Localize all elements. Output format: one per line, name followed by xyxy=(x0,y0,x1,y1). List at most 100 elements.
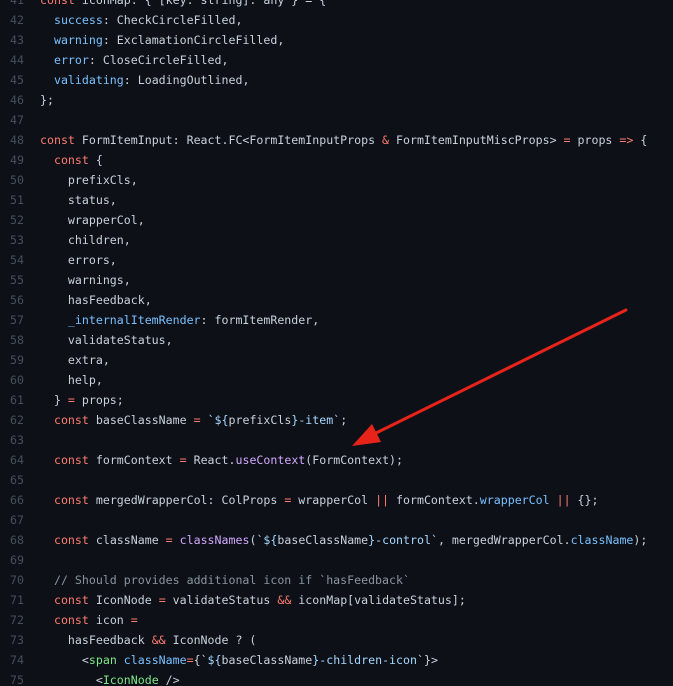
line-number: 67 xyxy=(10,513,24,527)
code-token: props; xyxy=(74,393,124,407)
code-line-69: 69 xyxy=(0,550,673,570)
code-token: = xyxy=(158,593,166,607)
code-token: = xyxy=(165,533,173,547)
code-token: mergedWrapperCol: ColProps xyxy=(95,493,285,507)
line-number: 71 xyxy=(10,593,24,607)
line-number: 44 xyxy=(10,53,24,67)
code-token: iconMap: { [key: string]: any } = { xyxy=(81,0,327,7)
code-token: = xyxy=(193,413,201,427)
code-token: & xyxy=(382,133,390,147)
code-line-53: 53 children, xyxy=(0,230,673,250)
code-token: || xyxy=(556,493,571,507)
line-number: 70 xyxy=(10,573,24,587)
code-token: && xyxy=(151,633,166,647)
code-token: }; xyxy=(40,93,54,107)
line-number: 41 xyxy=(10,0,24,7)
code-token: const xyxy=(40,133,82,147)
code-token: error xyxy=(53,53,89,67)
code-token: wrapperCol xyxy=(291,493,376,507)
line-number: 64 xyxy=(10,453,24,467)
code-token: success xyxy=(53,13,103,27)
code-line-52: 52 wrapperCol, xyxy=(0,210,673,230)
code-line-70: 70 // Should provides additional icon if… xyxy=(0,570,673,590)
code-token: validateStatus, xyxy=(40,333,173,347)
code-token: wrapperCol, xyxy=(40,213,145,227)
code-token: validateStatus xyxy=(165,593,278,607)
code-token: warning xyxy=(53,33,103,47)
code-token: , mergedWrapperCol. xyxy=(437,533,571,547)
code-token: // Should provides additional icon if `h… xyxy=(53,573,410,587)
code-token: }-item` xyxy=(291,413,341,427)
line-number: 51 xyxy=(10,193,24,207)
code-token: classNames xyxy=(179,533,250,547)
line-number: 47 xyxy=(10,113,24,127)
code-token: = xyxy=(67,393,75,407)
code-token: const xyxy=(53,613,96,627)
line-number: 62 xyxy=(10,413,24,427)
code-token: iconMap[validateStatus]; xyxy=(291,593,466,607)
code-token: => xyxy=(619,133,634,147)
code-token: {}; xyxy=(570,493,599,507)
code-token: const xyxy=(40,0,82,7)
code-line-64: 64 const formContext = React.useContext(… xyxy=(0,450,673,470)
code-token: formContext. xyxy=(389,493,480,507)
code-token: IconNode xyxy=(102,673,159,686)
code-line-57: 57 _internalItemRender: formItemRender, xyxy=(0,310,673,330)
code-token: }-control` xyxy=(368,533,438,547)
line-number: 46 xyxy=(10,93,24,107)
code-token: baseClassName xyxy=(95,413,194,427)
code-token: const xyxy=(53,533,96,547)
code-token: { xyxy=(633,133,648,147)
code-token: help, xyxy=(40,373,103,387)
code-line-55: 55 warnings, xyxy=(0,270,673,290)
code-token: const xyxy=(53,453,96,467)
line-number: 56 xyxy=(10,293,24,307)
code-token: : formItemRender, xyxy=(200,313,320,327)
code-line-41: 41 const iconMap: { [key: string]: any } … xyxy=(0,0,673,10)
code-token: className xyxy=(95,533,166,547)
code-line-75: 75 <IconNode /> xyxy=(0,670,673,686)
code-token: prefixCls, xyxy=(40,173,138,187)
line-number: 58 xyxy=(10,333,24,347)
line-number: 45 xyxy=(10,73,24,87)
code-token: children, xyxy=(40,233,131,247)
code-line-46: 46}; xyxy=(0,90,673,110)
code-line-54: 54 errors, xyxy=(0,250,673,270)
line-number: 49 xyxy=(10,153,24,167)
code-token: `${ xyxy=(207,413,229,427)
code-token: : CheckCircleFilled, xyxy=(102,13,243,27)
code-line-74: 74 <span className={`${baseClassName}-ch… xyxy=(0,650,673,670)
line-number: 66 xyxy=(10,493,24,507)
code-token: span xyxy=(88,653,117,667)
code-token: formContext xyxy=(95,453,180,467)
code-line-60: 60 help, xyxy=(0,370,673,390)
code-token: prefixCls xyxy=(228,413,292,427)
code-line-71: 71 const IconNode = validateStatus && ic… xyxy=(0,590,673,610)
code-token: className xyxy=(123,653,187,667)
code-token: = xyxy=(563,133,571,147)
code-line-47: 47 xyxy=(0,110,673,130)
code-token: wrapperCol xyxy=(479,493,550,507)
code-line-51: 51 status, xyxy=(0,190,673,210)
line-number: 54 xyxy=(10,253,24,267)
line-number: 68 xyxy=(10,533,24,547)
code-token: const xyxy=(53,413,96,427)
code-token: icon xyxy=(95,613,131,627)
line-number: 75 xyxy=(10,673,24,686)
code-token: const xyxy=(53,493,96,507)
code-token: hasFeedback xyxy=(40,633,152,647)
code-line-44: 44 error: CloseCircleFilled, xyxy=(0,50,673,70)
code-token: IconNode ? ( xyxy=(165,633,257,647)
line-number: 60 xyxy=(10,373,24,387)
code-line-73: 73 hasFeedback && IconNode ? ( xyxy=(0,630,673,650)
code-line-72: 72 const icon = xyxy=(0,610,673,630)
line-number: 53 xyxy=(10,233,24,247)
code-token: FormItemInput: React.FC<FormItemInputPro… xyxy=(81,133,383,147)
code-lines: 41 const iconMap: { [key: string]: any } … xyxy=(0,0,673,686)
code-token: baseClassName xyxy=(221,653,313,667)
